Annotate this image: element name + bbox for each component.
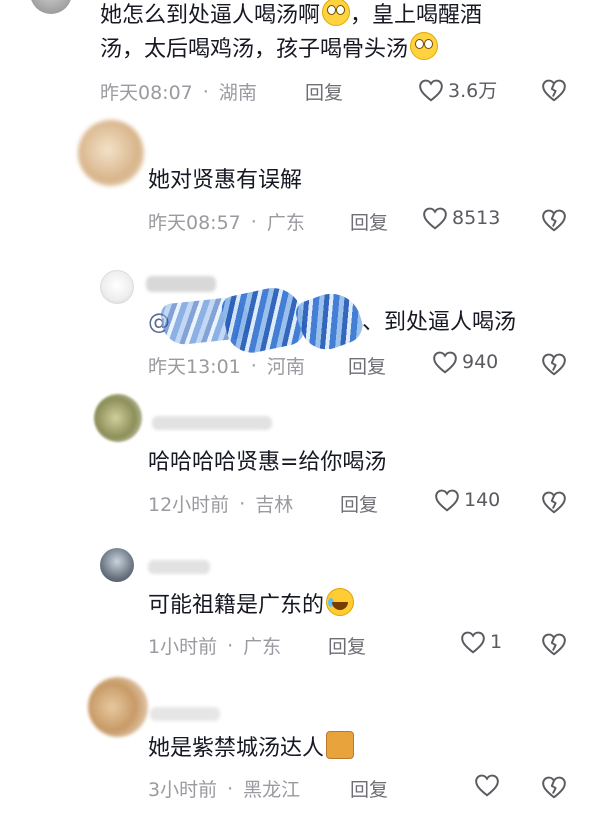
like-count: 1 (490, 631, 503, 653)
comment-meta: 昨天13:01 · 河南 (148, 352, 305, 379)
redacted-scribble (219, 282, 309, 358)
location: 吉林 (255, 494, 294, 516)
username (148, 560, 210, 574)
heart-outline-icon (435, 489, 459, 512)
like-button[interactable]: 3.6万 (418, 76, 497, 103)
like-count: 940 (462, 351, 499, 373)
timestamp: 1小时前 (148, 636, 218, 658)
comment-text-line2: 汤，太后喝鸡汤，孩子喝骨头汤 (100, 32, 439, 67)
broken-heart-icon[interactable] (541, 352, 567, 376)
username (146, 276, 216, 292)
avatar[interactable] (100, 270, 134, 304)
like-button[interactable]: 8513 (422, 206, 500, 230)
comment-5: 可能祖籍是广东的 1小时前 · 广东 回复 1 (0, 540, 600, 670)
username (152, 416, 272, 430)
reply-button[interactable]: 回复 (340, 490, 378, 517)
avatar[interactable] (100, 548, 134, 582)
surprised-face-emoji (410, 32, 439, 60)
heart-outline-icon (423, 207, 447, 230)
avatar[interactable] (94, 394, 142, 442)
like-button[interactable] (474, 773, 504, 797)
like-button[interactable]: 940 (432, 350, 498, 374)
avatar[interactable] (30, 0, 72, 14)
heart-outline-icon (461, 631, 485, 654)
like-count: 8513 (452, 207, 501, 229)
broken-heart-icon[interactable] (541, 490, 567, 514)
broken-heart-icon[interactable] (541, 775, 567, 799)
location: 广东 (243, 636, 282, 658)
heart-outline-icon (419, 79, 443, 102)
comment-6: 她是紫禁城汤达人 3小时前 · 黑龙江 回复 (0, 675, 600, 833)
comment-text: 可能祖籍是广东的 (148, 588, 355, 623)
broken-heart-icon[interactable] (541, 208, 567, 232)
reply-button[interactable]: 回复 (305, 78, 343, 105)
comment-meta: 3小时前 · 黑龙江 (148, 775, 300, 802)
comment-meta: 12小时前 · 吉林 (148, 490, 293, 517)
location: 广东 (266, 212, 305, 234)
comment-meta: 昨天08:07 · 湖南 (100, 78, 257, 105)
broken-heart-icon[interactable] (541, 78, 567, 102)
comment-text: 、到处逼人喝汤 (362, 310, 517, 335)
timestamp: 昨天08:57 (148, 212, 241, 234)
comment-meta: 昨天08:57 · 广东 (148, 208, 305, 235)
comment-meta: 1小时前 · 广东 (148, 632, 281, 659)
heart-outline-icon (433, 351, 457, 374)
avatar[interactable] (78, 120, 144, 186)
avatar[interactable] (88, 677, 148, 737)
broken-heart-icon[interactable] (541, 632, 567, 656)
like-button[interactable]: 1 (460, 630, 502, 654)
comment-text: 哈哈哈哈贤惠=给你喝汤 (148, 450, 387, 475)
comment-1: 她怎么到处逼人喝汤啊 ，皇上喝醒酒 汤，太后喝鸡汤，孩子喝骨头汤 昨天08:07 ·… (0, 0, 600, 110)
like-count: 140 (464, 489, 501, 511)
heart-outline-icon (475, 774, 499, 797)
comment-3: @ 、到处逼人喝汤 昨天13:01 · 河南 回复 940 (0, 260, 600, 390)
location: 黑龙江 (243, 779, 301, 801)
reply-button[interactable]: 回复 (350, 208, 388, 235)
redacted-scribble (292, 285, 368, 357)
like-count: 3.6万 (448, 80, 498, 102)
reply-button[interactable]: 回复 (348, 352, 386, 379)
timestamp: 昨天08:07 (100, 82, 193, 104)
location: 湖南 (218, 82, 257, 104)
comment-text: 她怎么到处逼人喝汤啊 ，皇上喝醒酒 (100, 0, 482, 33)
reply-button[interactable]: 回复 (350, 775, 388, 802)
comment-text: 她是紫禁城汤达人 (148, 731, 355, 766)
location: 河南 (266, 356, 305, 378)
username (150, 707, 220, 721)
comment-text: 她对贤惠有误解 (148, 168, 303, 193)
comment-4: 哈哈哈哈贤惠=给你喝汤 12小时前 · 吉林 回复 140 (0, 390, 600, 530)
cat-sticker-emoji (326, 731, 355, 759)
timestamp: 3小时前 (148, 779, 218, 801)
reply-button[interactable]: 回复 (328, 632, 366, 659)
comment-2: 她对贤惠有误解 昨天08:57 · 广东 回复 8513 (0, 110, 600, 250)
surprised-face-emoji (322, 0, 351, 26)
like-button[interactable]: 140 (434, 488, 500, 512)
timestamp: 昨天13:01 (148, 356, 241, 378)
laughing-tears-emoji (326, 588, 355, 616)
timestamp: 12小时前 (148, 494, 230, 516)
